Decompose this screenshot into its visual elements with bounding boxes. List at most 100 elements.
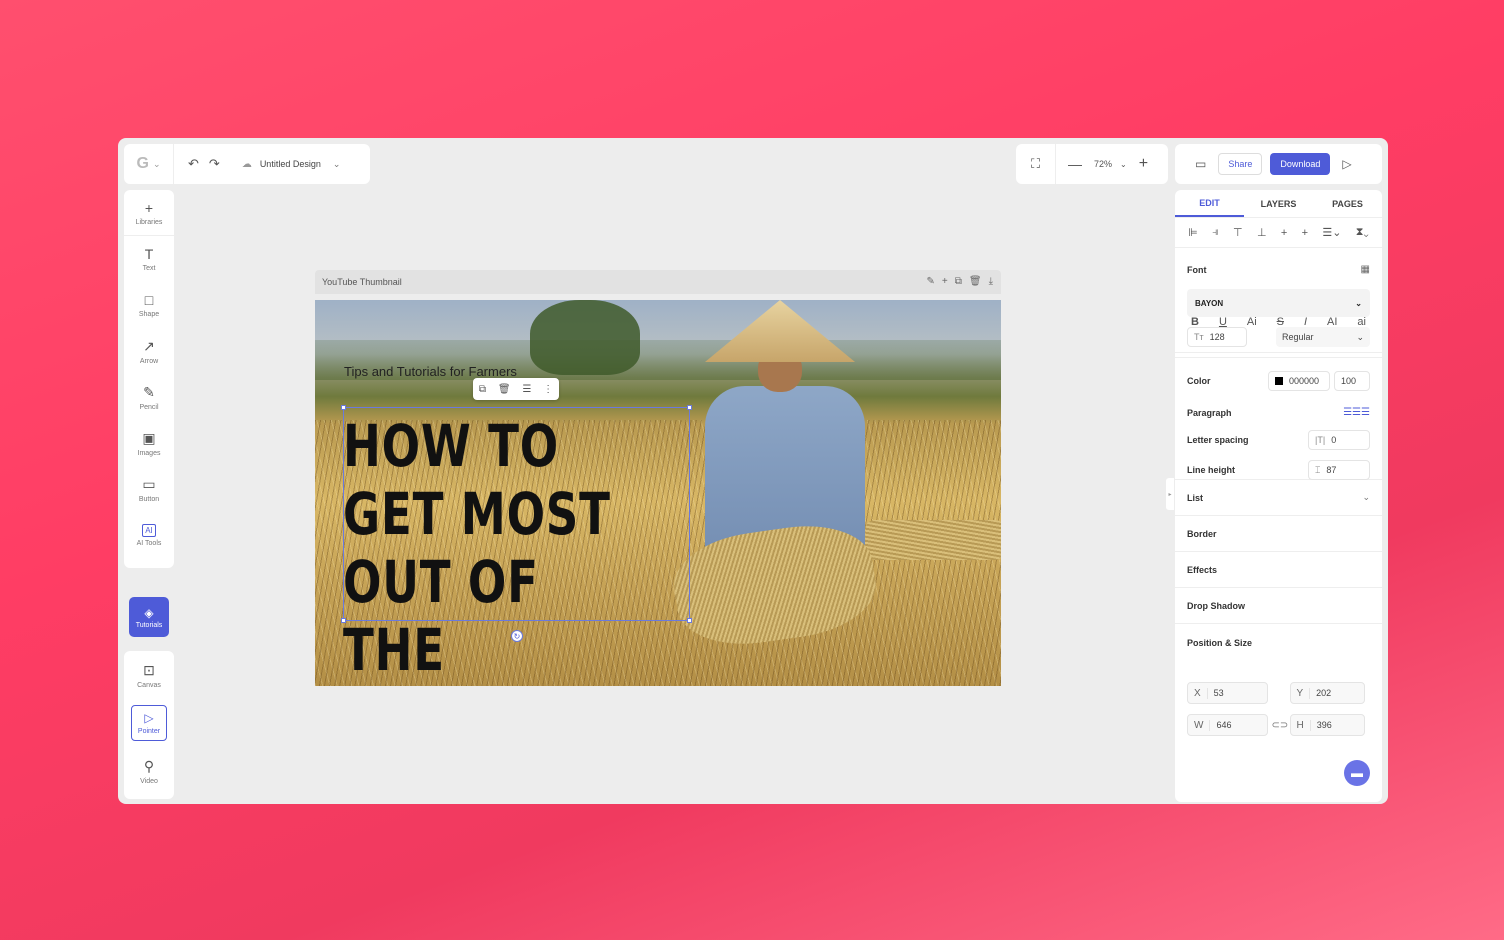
drop-shadow-label: Drop Shadow [1187, 600, 1245, 611]
tool-canvas[interactable]: ⊡ Canvas [124, 651, 174, 699]
border-section[interactable]: Border [1175, 516, 1382, 552]
align-right-icon[interactable]: ⫣ [1212, 226, 1219, 239]
resize-handle[interactable] [341, 405, 346, 410]
spacing-icon[interactable]: ⧗⌄ [1356, 226, 1369, 239]
tool-images[interactable]: ▣ Images [124, 420, 174, 466]
subtitle-text[interactable]: Tips and Tutorials for Farmers [344, 364, 517, 379]
share-button[interactable]: Share [1218, 153, 1263, 175]
redo-icon[interactable]: ↷ [209, 156, 220, 172]
tutorials-button[interactable]: ◈ Tutorials [129, 597, 169, 637]
tool-label: Arrow [139, 357, 159, 365]
paragraph-align-icon[interactable]: ☰☰☰ [1343, 407, 1370, 418]
align-top-icon[interactable]: ⊤ [1233, 226, 1243, 239]
tool-label: Libraries [135, 218, 163, 226]
list-section[interactable]: List ⌄ [1175, 480, 1382, 516]
artboard-name[interactable]: YouTube Thumbnail [322, 277, 402, 287]
underline-button[interactable]: U [1219, 316, 1227, 346]
chevron-down-icon: ⌄ [1355, 298, 1362, 308]
delete-icon[interactable]: 🗑 [498, 384, 511, 395]
effects-section[interactable]: Effects [1175, 552, 1382, 588]
tool-text[interactable]: T Text [124, 236, 174, 282]
case-button[interactable]: Ai [1247, 316, 1257, 346]
bold-button[interactable]: B [1191, 316, 1199, 346]
tool-pointer[interactable]: ▷ Pointer [131, 705, 167, 741]
resize-handle[interactable] [341, 618, 346, 623]
strikethrough-button[interactable]: S [1277, 316, 1284, 346]
font-name: BAYON [1195, 298, 1224, 308]
w-field[interactable]: W 646 [1187, 714, 1268, 736]
fit-screen-icon[interactable]: ⛶ [1016, 144, 1056, 184]
left-bottom-toolbar: ⊡ Canvas ▷ Pointer ⚲ Video [124, 651, 174, 799]
opacity-field[interactable]: 100 [1334, 371, 1370, 391]
edit-icon[interactable]: ✎ [927, 276, 935, 287]
app-menu-button[interactable]: G ⌄ [124, 144, 174, 184]
duplicate-icon[interactable]: ⧉ [955, 276, 962, 287]
align-left-icon[interactable]: ⊫ [1188, 226, 1198, 239]
tab-layers[interactable]: LAYERS [1244, 190, 1313, 217]
h-field[interactable]: H 396 [1289, 714, 1365, 736]
align-icon[interactable]: ☰ [522, 384, 531, 395]
checker-icon[interactable]: ▦ [1361, 264, 1370, 275]
comment-icon[interactable]: ▭ [1195, 157, 1206, 171]
font-weight-value: Regular [1282, 332, 1314, 342]
copy-icon[interactable]: ⧉ [479, 384, 486, 395]
chat-support-icon[interactable]: ▬ [1344, 760, 1370, 786]
collapse-panel-icon[interactable]: ▸ [1166, 478, 1174, 510]
text-icon: T [144, 246, 154, 262]
uppercase-button[interactable]: AI [1327, 316, 1337, 346]
zoom-toolbar: ⛶ — 72% ⌄ + [1016, 144, 1168, 184]
tool-pencil[interactable]: ✎ Pencil [124, 374, 174, 420]
font-weight-select[interactable]: Regular ⌄ [1276, 327, 1370, 347]
tool-ai[interactable]: AI AI Tools [124, 512, 174, 558]
link-icon[interactable]: ⊂⊃ [1272, 714, 1289, 736]
context-toolbar: ⧉ 🗑 ☰ ⋮ [473, 378, 559, 400]
position-grid: X 53 Y 202 W 646 ⊂⊃ H 396 [1187, 682, 1370, 736]
tool-label: Images [137, 449, 161, 457]
distribute-icon[interactable]: ☰⌄ [1322, 226, 1341, 239]
letter-spacing-field[interactable]: |T| 0 [1308, 430, 1370, 450]
x-field[interactable]: X 53 [1187, 682, 1268, 704]
chevron-down-icon[interactable]: ⌄ [1120, 160, 1127, 169]
align-center-v-icon[interactable]: + [1302, 227, 1308, 239]
color-field[interactable]: 000000 [1268, 371, 1330, 391]
layers-icon: ◈ [144, 605, 154, 620]
rotate-icon[interactable]: ↻ [511, 630, 523, 642]
tool-shape[interactable]: □ Shape [124, 282, 174, 328]
selection-box[interactable] [341, 405, 692, 623]
more-icon[interactable]: ⋮ [543, 384, 553, 395]
italic-button[interactable]: I [1304, 316, 1307, 346]
tool-label: Button [138, 495, 160, 503]
chevron-down-icon[interactable]: ⌄ [333, 159, 341, 170]
lowercase-button[interactable]: ai [1357, 316, 1366, 346]
tool-libraries[interactable]: + Libraries [124, 190, 174, 236]
tool-video[interactable]: ⚲ Video [124, 747, 174, 795]
tutorials-label: Tutorials [135, 621, 163, 629]
pointer-icon: ▷ [144, 711, 154, 725]
tool-button[interactable]: ▭ Button [124, 466, 174, 512]
tool-arrow[interactable]: ↗ Arrow [124, 328, 174, 374]
artboard-canvas[interactable]: Tips and Tutorials for Farmers HOW TO GE… [315, 300, 1001, 686]
add-icon[interactable]: + [942, 276, 948, 287]
tab-edit[interactable]: EDIT [1175, 190, 1244, 217]
zoom-level[interactable]: 72% [1094, 159, 1112, 169]
font-family-select[interactable]: BAYON ⌄ [1187, 289, 1370, 317]
effects-label: Effects [1187, 564, 1218, 575]
resize-handle[interactable] [687, 405, 692, 410]
drop-shadow-section[interactable]: Drop Shadow [1175, 588, 1382, 624]
resize-handle[interactable] [687, 618, 692, 623]
align-bottom-icon[interactable]: ⊥ [1257, 226, 1267, 239]
play-icon[interactable]: ▷ [1342, 157, 1351, 171]
delete-icon[interactable]: 🗑 [969, 276, 982, 287]
line-height-field[interactable]: ⌶ 87 [1308, 460, 1370, 480]
y-field[interactable]: Y 202 [1289, 682, 1365, 704]
zoom-out-icon[interactable]: — [1068, 156, 1082, 172]
design-title[interactable]: Untitled Design [260, 159, 321, 169]
farmer-image[interactable] [668, 300, 1001, 686]
undo-icon[interactable]: ↶ [188, 156, 199, 172]
zoom-in-icon[interactable]: + [1139, 155, 1148, 173]
align-center-h-icon[interactable]: + [1281, 227, 1287, 239]
download-button[interactable]: Download [1270, 153, 1331, 175]
x-key: X [1194, 687, 1208, 699]
download-icon[interactable]: ⤓ [989, 276, 993, 287]
tab-pages[interactable]: PAGES [1313, 190, 1382, 217]
